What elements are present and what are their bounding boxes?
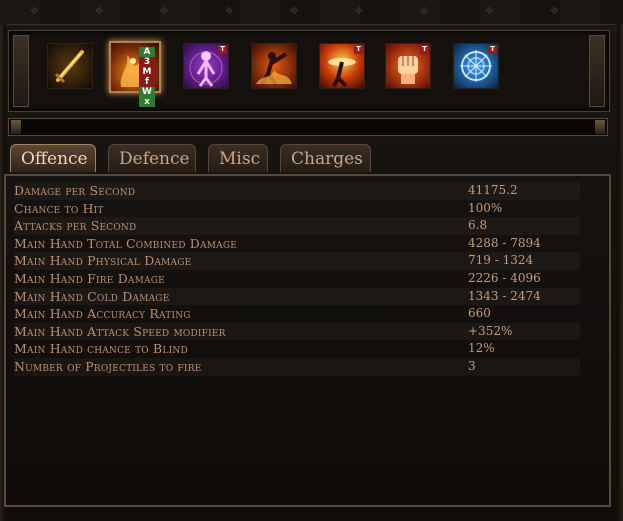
stats-list: Damage per Second 41175.2 Chance to Hit 10… <box>14 182 580 376</box>
stat-value: +352% <box>468 323 513 338</box>
stat-label: Main Hand Physical Damage <box>14 253 192 269</box>
skill-slot-7[interactable]: T <box>453 43 499 89</box>
tab-defence[interactable]: Defence <box>108 144 196 172</box>
ornament-icon: ✥ <box>225 6 234 17</box>
stat-label: Main Hand chance to Blind <box>14 341 188 357</box>
skill-tag-badge: T <box>420 45 429 54</box>
stat-label: Attacks per Second <box>14 218 137 234</box>
tab-misc[interactable]: Misc <box>208 144 268 172</box>
stat-label: Main Hand Cold Damage <box>14 288 170 304</box>
stat-value: 4288 - 7894 <box>468 235 541 250</box>
stat-row: Main Hand chance to Blind 12% <box>14 340 580 358</box>
stat-value: 41175.2 <box>468 183 518 197</box>
ornament-icon: ✥ <box>485 6 494 17</box>
ornament-icon: ✥ <box>95 6 104 17</box>
stat-value: 100% <box>468 200 503 215</box>
stat-row: Attacks per Second 6.8 <box>14 217 580 235</box>
stat-row: Main Hand Accuracy Rating 660 <box>14 305 580 323</box>
skill-tag-badge: T <box>354 45 363 54</box>
tab-charges[interactable]: Charges <box>280 144 371 172</box>
ornament-icon: ✥ <box>420 6 429 17</box>
stat-label: Main Hand Fire Damage <box>14 270 165 286</box>
stat-value: 719 - 1324 <box>468 253 534 268</box>
stat-value: 660 <box>468 306 491 321</box>
stats-panel: Damage per Second 41175.2 Chance to Hit 10… <box>4 174 611 507</box>
stat-value: 12% <box>468 341 495 356</box>
stat-row: Main Hand Cold Damage 1343 - 2474 <box>14 288 580 306</box>
ornament-icon: ✥ <box>30 6 39 17</box>
ornament-icon: ✥ <box>290 6 299 17</box>
skill-slot-1[interactable] <box>47 43 93 89</box>
stat-value: 6.8 <box>468 218 488 233</box>
window-top-border: ✥ ✥ ✥ ✥ ✥ ✥ ✥ ✥ ✥ <box>0 0 623 25</box>
skill-slot-3[interactable]: T <box>183 43 229 89</box>
experience-bar <box>8 118 608 136</box>
stat-row: Damage per Second 41175.2 <box>14 182 580 200</box>
skill-slot-6[interactable]: T <box>385 43 431 89</box>
skill-slot-5[interactable]: T <box>319 43 365 89</box>
stat-row: Number of Projectiles to fire 3 <box>14 358 580 376</box>
stat-row: Main Hand Attack Speed modifier +352% <box>14 323 580 341</box>
stat-label: Main Hand Accuracy Rating <box>14 306 191 322</box>
stats-window: ✥ ✥ ✥ ✥ ✥ ✥ ✥ ✥ ✥ A 3 M f W x T T T T Of… <box>0 0 623 521</box>
stat-row: Main Hand Physical Damage 719 - 1324 <box>14 252 580 270</box>
stat-value: 1343 - 2474 <box>468 288 541 303</box>
stat-row: Chance to Hit 100% <box>14 200 580 218</box>
stat-label: Chance to Hit <box>14 200 104 216</box>
bar-right-cap <box>595 120 605 134</box>
ornament-icon: ✥ <box>160 6 169 17</box>
skill-slot-4[interactable] <box>251 43 297 89</box>
fire-warrior-icon <box>256 52 292 86</box>
tab-offence[interactable]: Offence <box>10 144 96 172</box>
stat-row: Main Hand Total Combined Damage 4288 - 78… <box>14 235 580 253</box>
stat-value: 3 <box>468 358 476 373</box>
stat-label: Main Hand Total Combined Damage <box>14 235 237 251</box>
stat-label: Main Hand Attack Speed modifier <box>14 323 226 339</box>
stat-label: Number of Projectiles to fire <box>14 358 202 374</box>
ornament-icon: ✥ <box>550 6 559 17</box>
support-gem-letters: A 3 M f W x <box>139 47 155 107</box>
skill-bar-right-cap <box>589 35 605 107</box>
skill-tag-badge: T <box>488 45 497 54</box>
skill-bar-left-cap <box>13 35 29 107</box>
golden-sword-icon <box>54 50 84 84</box>
stat-value: 2226 - 4096 <box>468 270 541 285</box>
skill-tag-badge: T <box>218 45 227 54</box>
skill-selector-bar: A 3 M f W x T T T T <box>8 30 610 112</box>
stat-row: Main Hand Fire Damage 2226 - 4096 <box>14 270 580 288</box>
skill-slot-2-selected[interactable]: A 3 M f W x <box>109 41 161 107</box>
stat-label: Damage per Second <box>14 183 136 198</box>
window-right-border <box>617 24 623 521</box>
ornament-icon: ✥ <box>355 6 364 17</box>
bar-left-cap <box>11 120 21 134</box>
